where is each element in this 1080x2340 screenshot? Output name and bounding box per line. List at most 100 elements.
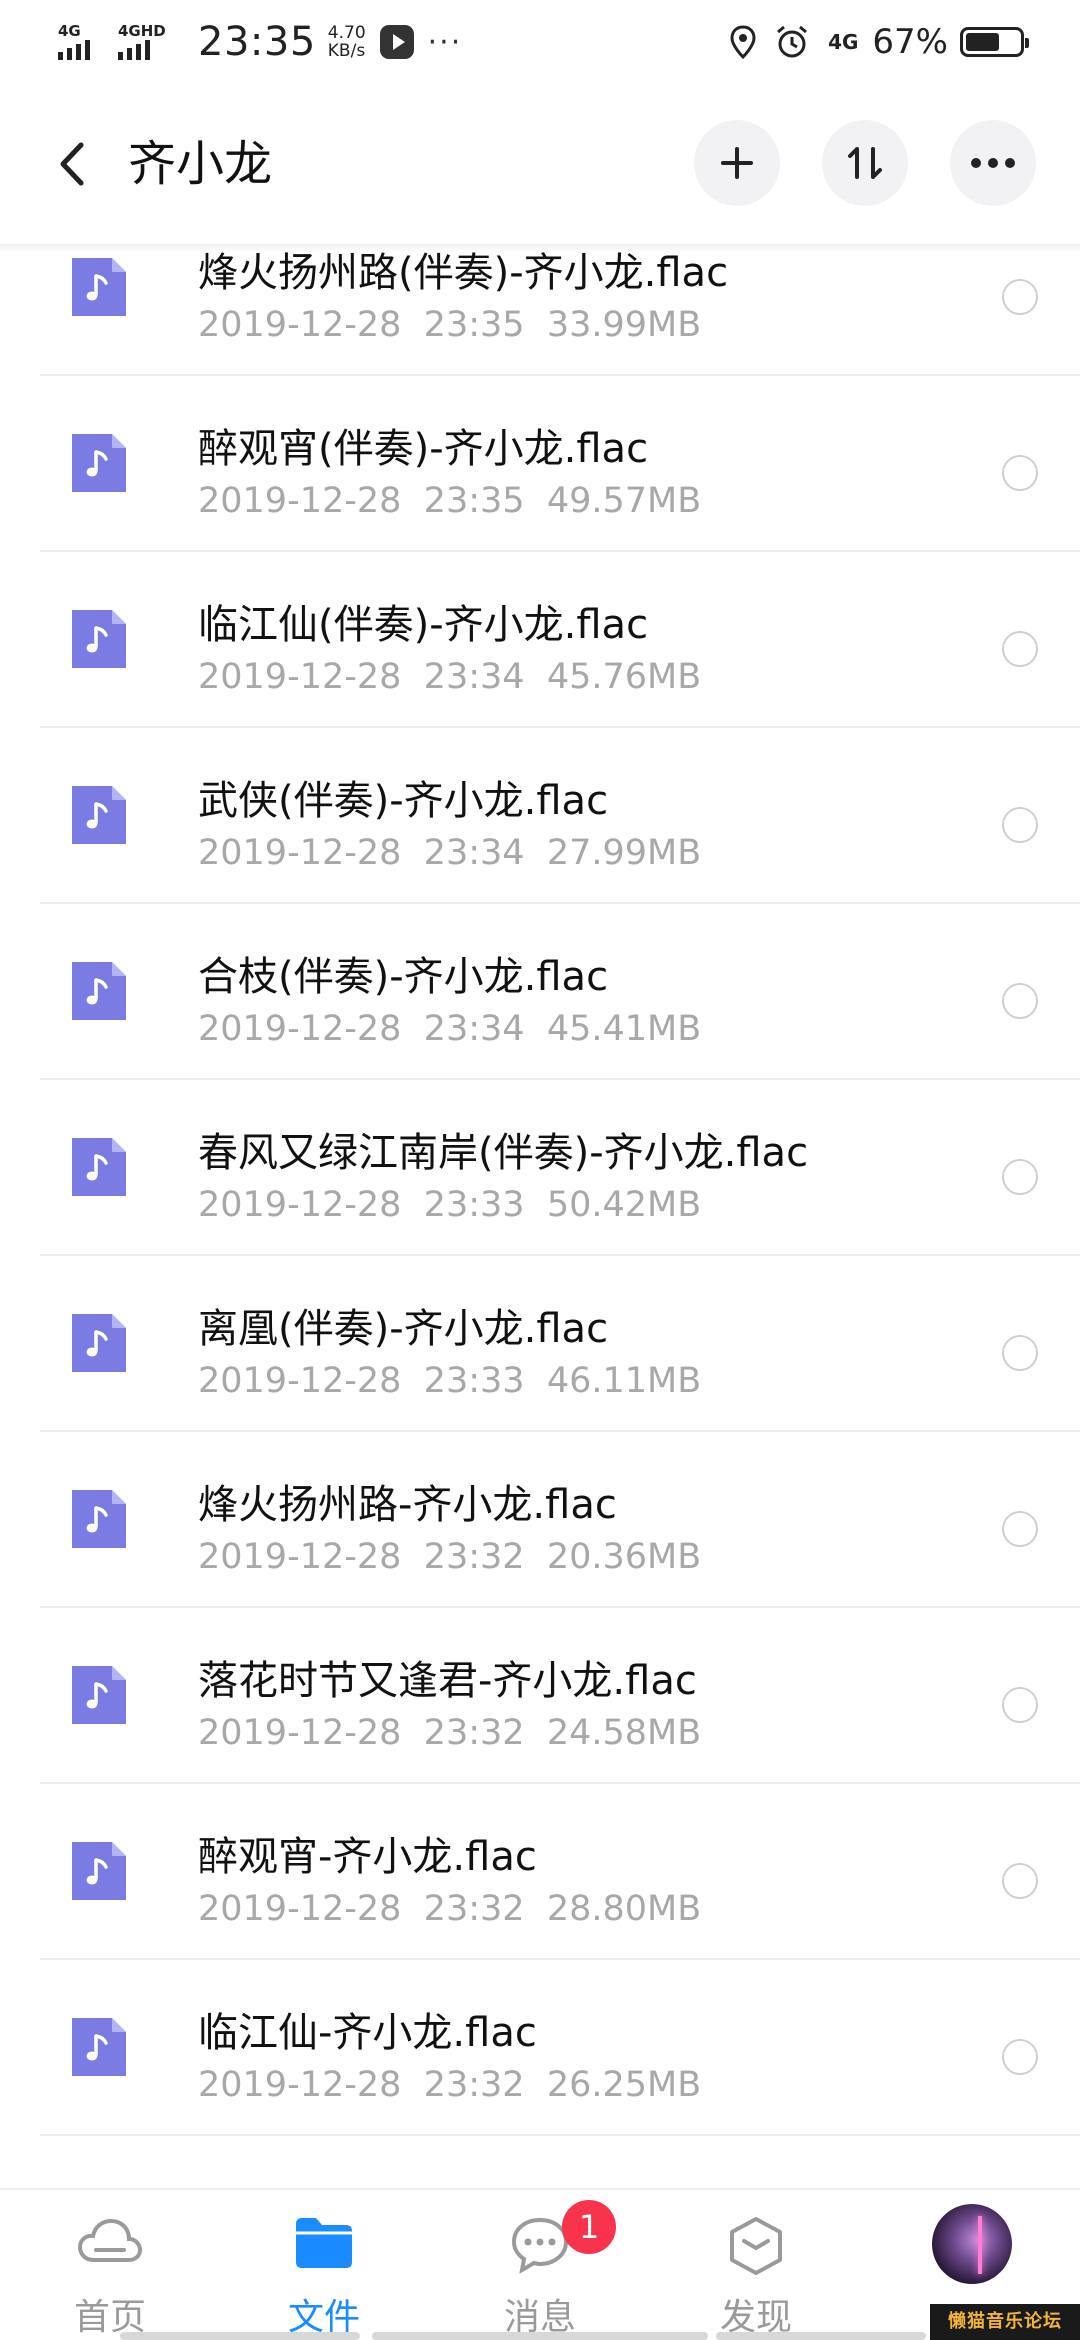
file-size: 24.58MB [546, 1713, 702, 1753]
select-radio[interactable] [1002, 807, 1038, 843]
scroll-indicator [716, 2332, 926, 2340]
file-meta: 2019-12-28 23:35 33.99MB [198, 303, 701, 347]
file-name: 烽火扬州路-齐小龙.flac [198, 1482, 617, 1528]
file-date: 2019-12-28 [198, 1361, 402, 1401]
file-time: 23:33 [423, 1185, 525, 1225]
select-radio[interactable] [1002, 1863, 1038, 1899]
file-name: 武侠(伴奏)-齐小龙.flac [198, 778, 609, 824]
file-meta: 2019-12-28 23:32 26.25MB [198, 2063, 701, 2107]
page-title: 齐小龙 [128, 136, 273, 192]
file-row[interactable]: 醉观宵-齐小龙.flac 2019-12-28 23:32 28.80MB [0, 1784, 1080, 1960]
nav-discover[interactable]: 发现 [676, 2190, 836, 2340]
battery-percent: 67% [872, 22, 948, 62]
media-play-icon [379, 25, 414, 59]
sort-button[interactable] [822, 120, 908, 206]
cube-icon [730, 2217, 782, 2275]
folder-icon [296, 2218, 352, 2268]
signal-icon-1: 4G [58, 22, 110, 62]
file-date: 2019-12-28 [198, 2065, 402, 2105]
file-list: 烽火扬州路(伴奏)-齐小龙.flac 2019-12-28 23:35 33.9… [0, 200, 1080, 2136]
avatar[interactable] [932, 2204, 1012, 2284]
music-file-icon [72, 1490, 126, 1548]
clock: 23:35 [198, 19, 316, 65]
music-file-icon [72, 610, 126, 668]
bottom-nav: 首页 文件 消息 发现 [0, 2188, 1080, 2340]
file-row[interactable]: 春风又绿江南岸(伴奏)-齐小龙.flac 2019-12-28 23:33 50… [0, 1080, 1080, 1256]
file-meta: 2019-12-28 23:32 24.58MB [198, 1711, 701, 1755]
file-time: 23:35 [423, 305, 525, 345]
select-radio[interactable] [1002, 2039, 1038, 2075]
network-label-1: 4G [58, 22, 81, 40]
file-meta: 2019-12-28 23:34 45.76MB [198, 655, 701, 699]
cloud-icon [77, 2218, 143, 2262]
select-radio[interactable] [1002, 1511, 1038, 1547]
scroll-indicator [120, 2332, 360, 2340]
file-size: 20.36MB [546, 1537, 702, 1577]
more-button[interactable] [950, 120, 1036, 206]
nav-files[interactable]: 文件 [244, 2190, 404, 2340]
nav-home[interactable]: 首页 [30, 2190, 190, 2340]
mobile-data-label: 4G [828, 30, 859, 54]
file-name: 临江仙(伴奏)-齐小龙.flac [198, 602, 649, 648]
network-speed: 4.70 KB/s [328, 24, 366, 60]
music-file-icon [72, 786, 126, 844]
file-date: 2019-12-28 [198, 657, 402, 697]
message-badge: 1 [562, 2200, 616, 2254]
music-file-icon [72, 434, 126, 492]
file-name: 落花时节又逢君-齐小龙.flac [198, 1658, 697, 1704]
file-row[interactable]: 武侠(伴奏)-齐小龙.flac 2019-12-28 23:34 27.99MB [0, 728, 1080, 904]
music-file-icon [72, 962, 126, 1020]
speed-unit: KB/s [327, 41, 366, 61]
file-date: 2019-12-28 [198, 833, 402, 873]
file-date: 2019-12-28 [198, 1713, 402, 1753]
screen: 4G 4GHD 23:35 4.70 KB/s ··· 4G 67% 齐小龙 烽… [0, 0, 1080, 2340]
file-size: 45.76MB [546, 657, 702, 697]
scroll-indicator [372, 2332, 708, 2340]
select-radio[interactable] [1002, 279, 1038, 315]
file-name: 醉观宵-齐小龙.flac [198, 1834, 537, 1880]
file-date: 2019-12-28 [198, 305, 402, 345]
select-radio[interactable] [1002, 631, 1038, 667]
file-meta: 2019-12-28 23:32 20.36MB [198, 1535, 701, 1579]
file-time: 23:34 [423, 1009, 525, 1049]
file-date: 2019-12-28 [198, 1009, 402, 1049]
file-row[interactable]: 醉观宵(伴奏)-齐小龙.flac 2019-12-28 23:35 49.57M… [0, 376, 1080, 552]
file-date: 2019-12-28 [198, 1537, 402, 1577]
file-time: 23:32 [423, 1713, 525, 1753]
status-bar: 4G 4GHD 23:35 4.70 KB/s ··· 4G 67% [0, 0, 1080, 84]
file-row[interactable]: 合枝(伴奏)-齐小龙.flac 2019-12-28 23:34 45.41MB [0, 904, 1080, 1080]
file-row[interactable]: 烽火扬州路-齐小龙.flac 2019-12-28 23:32 20.36MB [0, 1432, 1080, 1608]
header-shadow [0, 244, 1080, 252]
file-row[interactable]: 临江仙-齐小龙.flac 2019-12-28 23:32 26.25MB [0, 1960, 1080, 2136]
select-radio[interactable] [1002, 1335, 1038, 1371]
music-file-icon [72, 1666, 126, 1724]
select-radio[interactable] [1002, 455, 1038, 491]
file-row[interactable]: 烽火扬州路(伴奏)-齐小龙.flac 2019-12-28 23:35 33.9… [0, 200, 1080, 376]
music-file-icon [72, 1314, 126, 1372]
file-size: 45.41MB [546, 1009, 702, 1049]
file-meta: 2019-12-28 23:35 49.57MB [198, 479, 701, 523]
select-radio[interactable] [1002, 1687, 1038, 1723]
chat-icon [511, 2217, 569, 2274]
row-divider [40, 2134, 1080, 2136]
select-radio[interactable] [1002, 1159, 1038, 1195]
network-label-2: 4GHD [118, 22, 166, 40]
file-date: 2019-12-28 [198, 1185, 402, 1225]
file-name: 春风又绿江南岸(伴奏)-齐小龙.flac [198, 1130, 809, 1176]
file-row[interactable]: 离凰(伴奏)-齐小龙.flac 2019-12-28 23:33 46.11MB [0, 1256, 1080, 1432]
file-meta: 2019-12-28 23:33 46.11MB [198, 1359, 701, 1403]
file-time: 23:32 [423, 2065, 525, 2105]
file-time: 23:34 [423, 833, 525, 873]
select-radio[interactable] [1002, 983, 1038, 1019]
file-time: 23:32 [423, 1537, 525, 1577]
file-row[interactable]: 落花时节又逢君-齐小龙.flac 2019-12-28 23:32 24.58M… [0, 1608, 1080, 1784]
music-file-icon [72, 1138, 126, 1196]
watermark: 懒猫音乐论坛 [930, 2304, 1080, 2340]
file-row[interactable]: 临江仙(伴奏)-齐小龙.flac 2019-12-28 23:34 45.76M… [0, 552, 1080, 728]
file-time: 23:35 [423, 481, 525, 521]
speed-value: 4.70 [327, 23, 366, 43]
add-button[interactable] [694, 120, 780, 206]
back-button[interactable] [48, 134, 96, 194]
file-size: 50.42MB [546, 1185, 702, 1225]
file-name: 醉观宵(伴奏)-齐小龙.flac [198, 426, 649, 472]
